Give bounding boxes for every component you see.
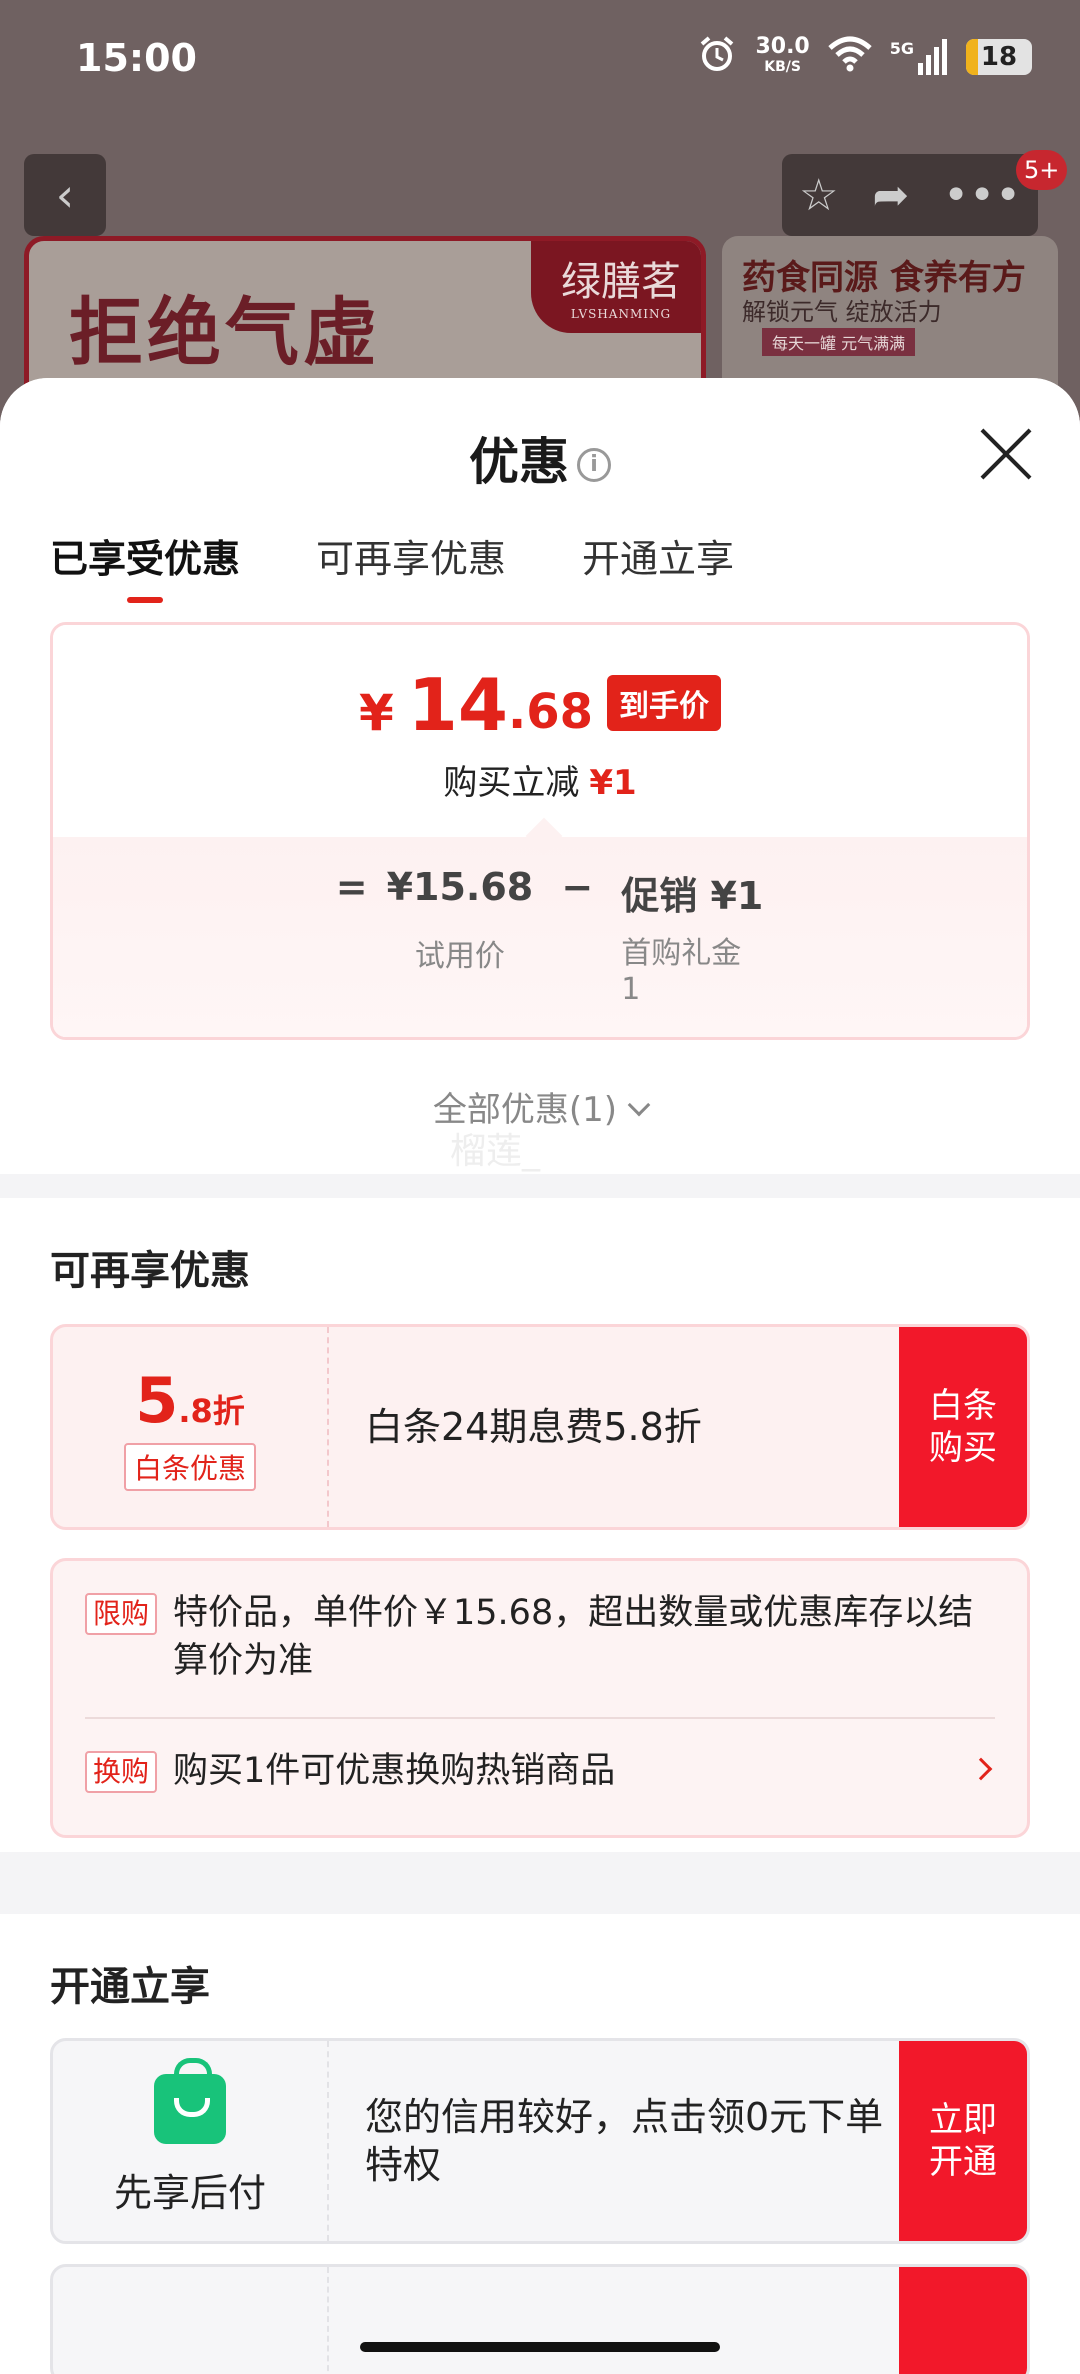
signal-icon: 5G <box>890 39 948 75</box>
battery-icon: 18 <box>966 39 1032 75</box>
sheet-title: 优惠 i <box>0 422 1080 494</box>
chevron-down-icon <box>627 1093 651 1117</box>
sheet-header-area: 优惠 i 已享受优惠 可再享优惠 开通立享 ¥ 14 .68 到手价 购买立减 ¥1 <box>0 378 1080 1174</box>
price-breakdown: = ¥15.68 试用价 − 促销 ¥1 首购礼金 1 <box>53 837 1027 1037</box>
coupon-description: 白条24期息费5.8折 <box>365 1405 702 1449</box>
discount-sheet: 优惠 i 已享受优惠 可再享优惠 开通立享 ¥ 14 .68 到手价 购买立减 ¥1 <box>0 378 1080 2374</box>
status-icons: 30.0 KB/S 5G 18 <box>697 34 1032 80</box>
wifi-icon <box>828 36 872 78</box>
baitiao-buy-button[interactable]: 白条 购买 <box>899 1327 1027 1527</box>
base-price: ¥15.68 试用价 <box>386 865 534 974</box>
share-icon[interactable]: ➦ <box>872 170 909 221</box>
instant-discount: 购买立减 ¥1 <box>443 763 637 803</box>
next-coupon-partial <box>50 2264 1030 2374</box>
star-icon[interactable]: ☆ <box>799 170 838 221</box>
more-icon[interactable]: ••• <box>943 170 1021 221</box>
trade-in-tag: 换购 <box>85 1751 158 1793</box>
close-icon[interactable] <box>978 426 1034 482</box>
trade-in-notice[interactable]: 换购 购买1件可优惠换购热销商品 <box>85 1747 995 1795</box>
brand-logo: 绿膳茗 LVSHANMING <box>531 241 701 333</box>
final-price: ¥ 14 .68 到手价 <box>53 667 1027 743</box>
baitiao-coupon: 5.8折 白条优惠 白条24期息费5.8折 白条 购买 <box>50 1324 1030 1530</box>
limit-notice: 限购 特价品，单件价￥15.68，超出数量或优惠库存以结算价为准 <box>85 1589 995 1685</box>
network-speed: 30.0 KB/S <box>755 34 810 76</box>
top-actions: ☆ ➦ ••• <box>782 154 1038 236</box>
promo-discount: 促销 ¥1 首购礼金 1 <box>621 874 764 1007</box>
discount-value: 5.8折 <box>135 1363 245 1437</box>
section-title: 开通立享 <box>50 1964 210 2010</box>
alarm-icon <box>697 34 737 80</box>
pay-later-coupon: 先享后付 您的信用较好，点击领0元下单特权 立即 开通 <box>50 2038 1030 2244</box>
limit-tag: 限购 <box>85 1593 158 1635</box>
tab-bar: 已享受优惠 可再享优惠 开通立享 <box>50 528 734 603</box>
background-page: 15:00 30.0 KB/S 5G 18 ‹ ☆ ➦ ••• 5+ 拒绝气虚 <box>0 0 1080 436</box>
tab-open-enjoy[interactable]: 开通立享 <box>582 528 734 603</box>
coupon-description: 您的信用较好，点击领0元下单特权 <box>365 2095 884 2187</box>
status-time: 15:00 <box>76 36 197 80</box>
final-price-tag: 到手价 <box>607 675 722 731</box>
chevron-right-icon <box>969 1757 993 1781</box>
home-indicator[interactable] <box>360 2342 720 2352</box>
section-title: 可再享优惠 <box>50 1248 250 1294</box>
status-bar: 15:00 30.0 KB/S 5G 18 <box>0 0 1080 120</box>
shopping-bag-icon <box>154 2057 226 2144</box>
watermark: 榴莲_ <box>450 1131 541 1172</box>
message-badge: 5+ <box>1016 150 1068 190</box>
tab-more-discounts[interactable]: 可再享优惠 <box>316 528 506 603</box>
coupon-tag: 白条优惠 <box>123 1442 256 1491</box>
promo-notice-card: 限购 特价品，单件价￥15.68，超出数量或优惠库存以结算价为准 换购 购买1件… <box>50 1558 1030 1838</box>
final-price-card: ¥ 14 .68 到手价 购买立减 ¥1 = ¥15.68 试用价 − 促销 ¥… <box>50 622 1030 1040</box>
open-now-button[interactable]: 立即 开通 <box>899 2041 1027 2241</box>
info-icon[interactable]: i <box>577 448 611 482</box>
tab-enjoyed[interactable]: 已享受优惠 <box>50 528 240 603</box>
back-button[interactable]: ‹ <box>24 154 106 236</box>
